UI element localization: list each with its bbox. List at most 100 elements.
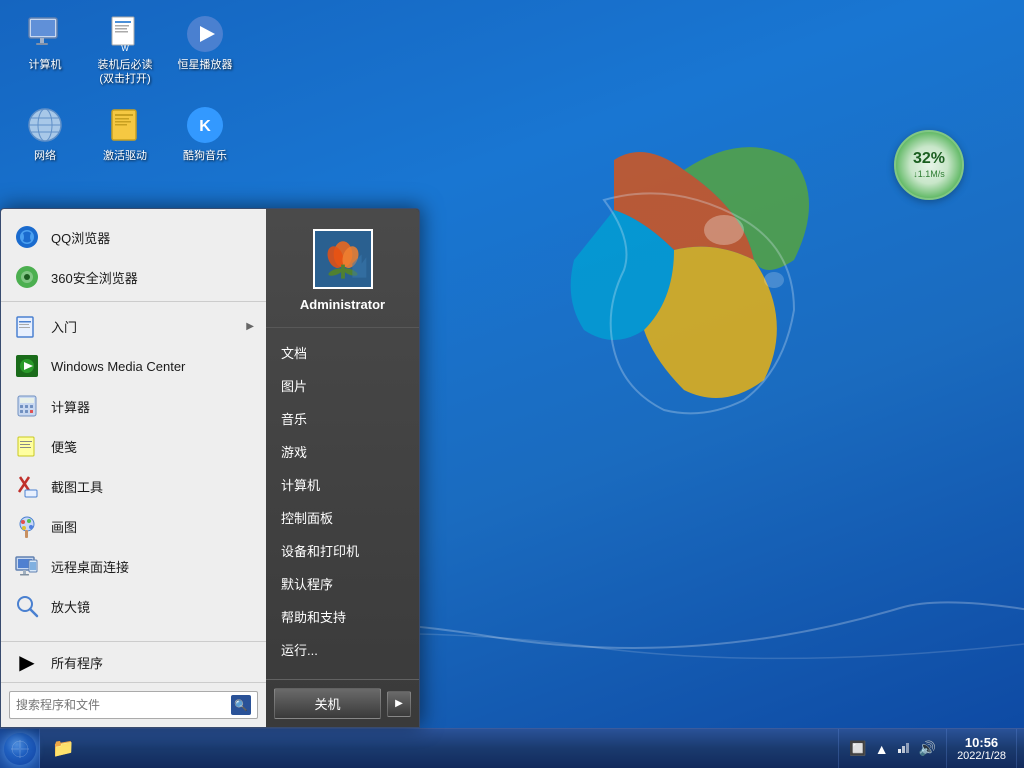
start-item-notepad[interactable]: 便笺	[1, 426, 266, 466]
shutdown-button[interactable]: 关机	[274, 688, 381, 719]
magnifier-label: 放大镜	[51, 597, 254, 616]
start-item-calculator[interactable]: 计算器	[1, 386, 266, 426]
user-avatar[interactable]	[313, 229, 373, 289]
driver-label: 激活驱动	[103, 149, 147, 163]
start-item-magnifier[interactable]: 放大镜	[1, 586, 266, 626]
start-item-snipping[interactable]: 截图工具	[1, 466, 266, 506]
start-menu: QQ浏览器 360安全浏览器	[0, 208, 420, 728]
speed-rate: ↓1.1M/s	[913, 169, 945, 179]
remote-desktop-label: 远程桌面连接	[51, 557, 254, 576]
right-menu-items: 文档 图片 音乐 游戏 计算机 控制面板 设备和打印机	[266, 328, 419, 679]
wmc-icon	[13, 352, 41, 380]
tray-volume-icon[interactable]: 🔊	[917, 738, 938, 759]
desktop-icon-computer[interactable]: 计算机	[10, 10, 80, 91]
right-item-documents[interactable]: 文档	[266, 336, 419, 369]
tray-expand-icon[interactable]: ▲	[873, 739, 891, 759]
right-item-help-support[interactable]: 帮助和支持	[266, 600, 419, 633]
right-item-control-panel[interactable]: 控制面板	[266, 501, 419, 534]
calculator-label: 计算器	[51, 397, 254, 416]
speed-percent: 32%	[913, 151, 945, 167]
system-tray: 🔲 ▲ 🔊	[838, 729, 946, 768]
network-icon	[25, 105, 65, 145]
start-menu-left-top: QQ浏览器 360安全浏览器	[1, 209, 266, 641]
tray-network-icon[interactable]	[895, 738, 913, 759]
network-label: 网络	[34, 149, 56, 163]
desktop-icon-row-2: 网络 激活驱动 K	[10, 101, 240, 167]
shutdown-arrow-button[interactable]: ▶	[387, 691, 411, 717]
right-item-games[interactable]: 游戏	[266, 435, 419, 468]
start-search-bar: 🔍	[1, 682, 266, 727]
kkbox-icon: K	[185, 105, 225, 145]
start-orb	[4, 733, 36, 765]
computer-icon	[25, 14, 65, 54]
paint-label: 画图	[51, 517, 254, 536]
file-explorer-taskbar-icon: 📁	[52, 738, 74, 759]
search-button[interactable]: 🔍	[231, 695, 251, 715]
windows-logo	[404, 80, 824, 500]
start-item-paint[interactable]: 画图	[1, 506, 266, 546]
intro-label: 入门	[51, 317, 236, 336]
notepad-icon	[13, 432, 41, 460]
intro-icon	[13, 312, 41, 340]
computer-label: 计算机	[29, 58, 62, 72]
start-item-wmc[interactable]: Windows Media Center	[1, 346, 266, 386]
paint-icon	[13, 512, 41, 540]
desktop-icon-network[interactable]: 网络	[10, 101, 80, 167]
magnifier-icon	[13, 592, 41, 620]
desktop-icon-row-1: 计算机 W 装机后必读(双击打开)	[10, 10, 240, 91]
driver-icon	[105, 105, 145, 145]
svg-text:K: K	[199, 118, 211, 135]
desktop-icons-container: 计算机 W 装机后必读(双击打开)	[10, 10, 240, 167]
clock-time: 10:56	[965, 735, 998, 750]
system-clock[interactable]: 10:56 2022/1/28	[946, 729, 1016, 768]
shutdown-section: 关机 ▶	[266, 679, 419, 727]
taskbar-items: 📁	[40, 731, 838, 767]
right-item-devices-printers[interactable]: 设备和打印机	[266, 534, 419, 567]
right-item-pictures[interactable]: 图片	[266, 369, 419, 402]
qq-browser-icon	[13, 223, 41, 251]
user-name: Administrator	[300, 297, 385, 312]
svg-text:W: W	[121, 44, 129, 53]
all-programs-label: 所有程序	[51, 653, 254, 672]
360-browser-label: 360安全浏览器	[51, 268, 254, 287]
install-guide-icon: W	[105, 14, 145, 54]
start-search-container: 🔍	[9, 691, 258, 719]
start-button[interactable]	[0, 729, 40, 768]
start-item-intro[interactable]: 入门 ▶	[1, 306, 266, 346]
user-avatar-img	[315, 231, 371, 287]
desktop-icon-driver[interactable]: 激活驱动	[90, 101, 160, 167]
desktop: 计算机 W 装机后必读(双击打开)	[0, 0, 1024, 768]
all-programs-row[interactable]: ▶ 所有程序	[1, 641, 266, 682]
calculator-icon	[13, 392, 41, 420]
right-item-computer[interactable]: 计算机	[266, 468, 419, 501]
start-menu-right: Administrator 文档 图片 音乐 游戏 计算机	[266, 209, 419, 727]
qq-browser-label: QQ浏览器	[51, 228, 254, 247]
wmc-label: Windows Media Center	[51, 359, 254, 374]
show-desktop-button[interactable]	[1016, 729, 1024, 768]
search-input[interactable]	[16, 698, 231, 712]
start-menu-left: QQ浏览器 360安全浏览器	[1, 209, 266, 727]
start-item-360-browser[interactable]: 360安全浏览器	[1, 257, 266, 297]
speed-widget: 32% ↓1.1M/s	[894, 130, 964, 200]
desktop-icon-media-player[interactable]: 恒星播放器	[170, 10, 240, 91]
media-player-label: 恒星播放器	[178, 58, 233, 72]
intro-arrow: ▶	[246, 321, 254, 332]
install-guide-label: 装机后必读(双击打开)	[94, 58, 156, 87]
user-section: Administrator	[266, 219, 419, 328]
tray-notification-icon[interactable]: 🔲	[847, 738, 868, 759]
media-player-icon	[185, 14, 225, 54]
snipping-label: 截图工具	[51, 477, 254, 496]
right-item-default-programs[interactable]: 默认程序	[266, 567, 419, 600]
desktop-icon-install-guide[interactable]: W 装机后必读(双击打开)	[90, 10, 160, 91]
right-item-run[interactable]: 运行...	[266, 633, 419, 666]
start-item-remote-desktop[interactable]: 远程桌面连接	[1, 546, 266, 586]
taskbar-item-file-explorer[interactable]: 📁	[44, 731, 82, 767]
clock-date: 2022/1/28	[957, 750, 1006, 762]
taskbar: 📁 🔲 ▲ 🔊 10:56 2022/1/28	[0, 728, 1024, 768]
remote-desktop-icon	[13, 552, 41, 580]
notepad-label: 便笺	[51, 437, 254, 456]
right-item-music[interactable]: 音乐	[266, 402, 419, 435]
desktop-icon-kkbox[interactable]: K 酷狗音乐	[170, 101, 240, 167]
kkbox-label: 酷狗音乐	[183, 149, 227, 163]
start-item-qq-browser[interactable]: QQ浏览器	[1, 217, 266, 257]
